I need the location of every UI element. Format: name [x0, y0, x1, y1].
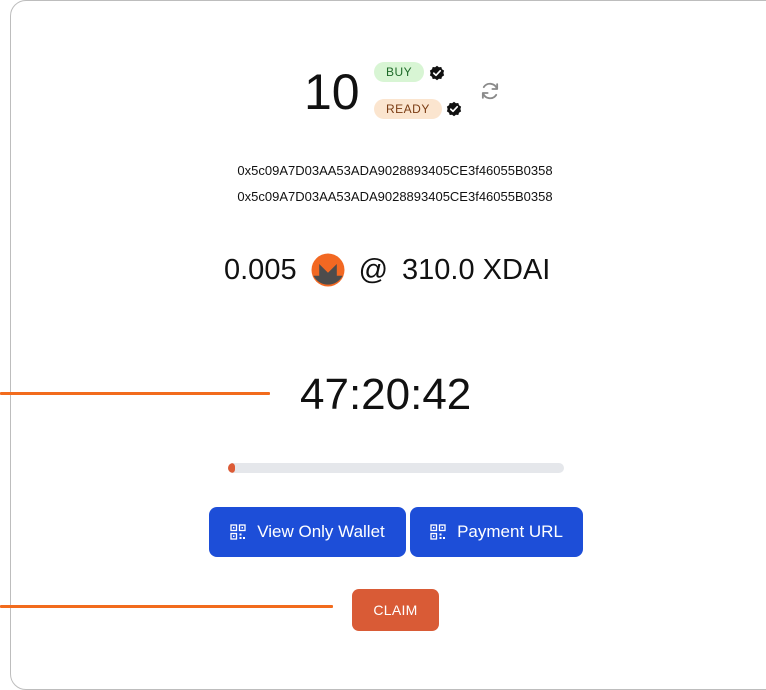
verified-check-icon [446, 101, 462, 117]
view-only-wallet-label: View Only Wallet [257, 522, 385, 541]
view-only-wallet-button[interactable]: View Only Wallet [209, 507, 406, 557]
price-at-symbol: @ [358, 253, 389, 286]
payment-url-label: Payment URL [457, 522, 563, 541]
qr-code-icon [230, 524, 246, 540]
qr-code-icon [430, 524, 446, 540]
progress-bar [228, 463, 564, 473]
countdown-timer: 47:20:42 [300, 370, 472, 419]
annotation-line-timer [0, 392, 270, 395]
price-amount: 0.005 [224, 253, 297, 286]
buy-badge: BUY [374, 62, 425, 82]
order-number: 10 [304, 64, 360, 120]
monero-icon [311, 253, 345, 287]
verified-check-icon [429, 65, 445, 81]
wallet-address: 0x5c09A7D03AA53ADA9028893405CE3f46055B03… [237, 189, 553, 204]
ready-badge: READY [374, 99, 442, 119]
payment-url-button[interactable]: Payment URL [410, 507, 583, 557]
wallet-address: 0x5c09A7D03AA53ADA9028893405CE3f46055B03… [237, 163, 553, 178]
refresh-icon[interactable] [479, 80, 501, 102]
claim-button[interactable]: CLAIM [352, 589, 439, 631]
annotation-line-claim [0, 605, 333, 608]
price-row: 0.005 @ 310.0 XDAI [224, 248, 550, 292]
price-total: 310.0 XDAI [402, 253, 551, 286]
progress-fill [228, 463, 235, 473]
